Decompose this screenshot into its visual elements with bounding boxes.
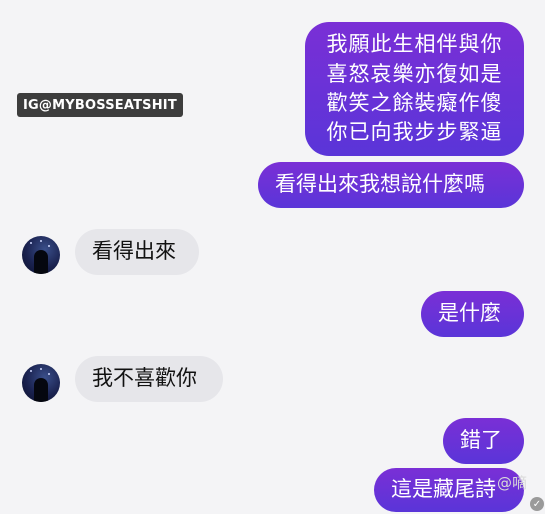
outgoing-message-bubble[interactable]: 我願此生相伴與你 喜怒哀樂亦復如是 歡笑之餘裝癡作傻 你已向我步步緊逼 [305,22,524,156]
incoming-message-bubble[interactable]: 看得出來 [75,229,199,275]
message-line: 我願此生相伴與你 [326,32,503,57]
check-icon: ✓ [530,497,544,511]
message-line: 你已向我步步緊逼 [326,120,503,145]
corner-watermark: @嘀 [496,474,527,492]
outgoing-message-bubble[interactable]: 看得出來我想說什麼嗎 [258,162,524,208]
message-text: 這是藏尾詩 [391,477,496,502]
outgoing-message-bubble[interactable]: 是什麼 [421,291,524,337]
message-text: 我不喜歡你 [92,366,197,391]
watermark-label: IG@MYBOSSEATSHIT [17,93,183,117]
contact-avatar[interactable] [22,364,60,402]
contact-avatar[interactable] [22,236,60,274]
message-line: 喜怒哀樂亦復如是 [326,61,503,86]
chat-thread: IG@MYBOSSEATSHIT 我願此生相伴與你 喜怒哀樂亦復如是 歡笑之餘裝… [0,0,545,514]
message-line: 歡笑之餘裝癡作傻 [326,91,503,115]
message-text: 錯了 [460,428,502,453]
message-text: 看得出來 [92,239,176,264]
message-text: 看得出來我想說什麼嗎 [275,172,485,197]
outgoing-message-bubble[interactable]: 錯了 [443,418,524,464]
message-text: 是什麼 [438,301,501,326]
incoming-message-bubble[interactable]: 我不喜歡你 [75,356,223,402]
